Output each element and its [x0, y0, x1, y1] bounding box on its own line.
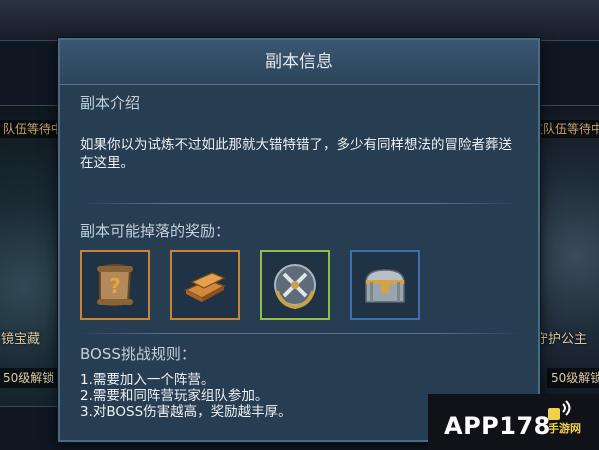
left-card-banner: 队伍等待中 [0, 120, 68, 138]
dialog-title: 副本信息 [60, 40, 538, 85]
rewards-heading: 副本可能掉落的奖励： [80, 222, 231, 240]
boss-rules-heading: BOSS挑战规则： [80, 345, 196, 363]
rule-item: 3.对BOSS伤害越高，奖励越丰厚。 [80, 404, 292, 420]
intro-heading: 副本介绍 [80, 94, 141, 112]
watermark-subtext: 手游网 [548, 422, 581, 435]
bronze-ingot-icon [184, 272, 226, 302]
boss-rules-list: 1.需要加入一个阵营。 2.需要和同阵营玩家组队参加。 3.对BOSS伤害越高，… [80, 372, 292, 420]
right-card-name: 守护公主 [535, 332, 588, 347]
crossed-swords-emblem-icon [274, 264, 316, 310]
rule-item: 1.需要加入一个阵营。 [80, 372, 215, 388]
left-card-unlock: 50级解锁 [0, 368, 59, 388]
reward-slot-scroll[interactable]: ? [80, 250, 150, 320]
app178-watermark: APP178 手游网 [428, 394, 599, 450]
right-card-unlock: 50级解锁 [547, 368, 599, 388]
reward-slot-chest[interactable] [350, 250, 420, 320]
divider [80, 203, 520, 204]
top-bar [0, 0, 599, 41]
reward-slot-emblem[interactable] [260, 250, 330, 320]
treasure-chest-icon [365, 269, 405, 303]
reward-list: ? [80, 250, 420, 320]
reward-slot-ingot[interactable] [170, 250, 240, 320]
dungeon-info-dialog: 副本信息 副本介绍 如果你以为试炼不过如此那就大错特错了，多少有同样想法的冒险者… [58, 38, 540, 442]
divider [80, 333, 520, 334]
svg-text:?: ? [109, 274, 121, 298]
scroll-icon: ? [97, 264, 133, 306]
rule-item: 2.需要和同阵营玩家组队参加。 [80, 388, 269, 404]
left-card-name: 镜宝藏 [1, 332, 41, 347]
intro-text: 如果你以为试炼不过如此那就大错特错了，多少有同样想法的冒险者葬送在这里。 [80, 137, 512, 171]
watermark-text: APP178 [444, 412, 551, 440]
